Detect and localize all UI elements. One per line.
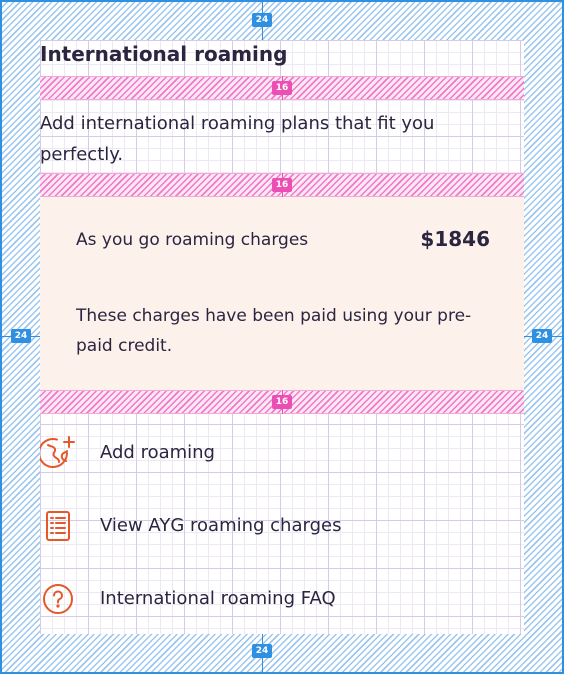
spacing-badge-outer-bottom: 24 [252,644,272,658]
menu-item-label: Add roaming [100,442,215,463]
charges-card-title: As you go roaming charges [76,230,309,250]
menu-item-add-roaming[interactable]: Add roaming [38,435,524,471]
charges-description: These charges have been paid using your … [76,306,472,356]
section-subtitle: Add international roaming plans that fit… [40,113,435,165]
globe-plus-icon [38,435,76,471]
spacing-badge-outer-top: 24 [252,13,272,27]
spacing-badge-subtitle: 16 [272,178,292,192]
menu-item-label: International roaming FAQ [100,588,336,609]
help-circle-icon [40,581,76,617]
menu-item-label: View AYG roaming charges [100,515,342,536]
spacing-badge-title: 16 [272,81,292,95]
spacing-badge-outer-left: 24 [11,329,31,343]
spacing-badge-outer-right: 24 [532,329,552,343]
document-list-icon [40,508,76,544]
roaming-charges-card: As you go roaming charges $1846 These ch… [40,197,524,390]
menu-item-view-ayg-charges[interactable]: View AYG roaming charges [40,508,524,544]
menu-item-roaming-faq[interactable]: International roaming FAQ [40,581,524,617]
section-title: International roaming [40,42,288,66]
spacing-badge-card: 16 [272,395,292,409]
charges-amount: $1846 [420,227,490,251]
